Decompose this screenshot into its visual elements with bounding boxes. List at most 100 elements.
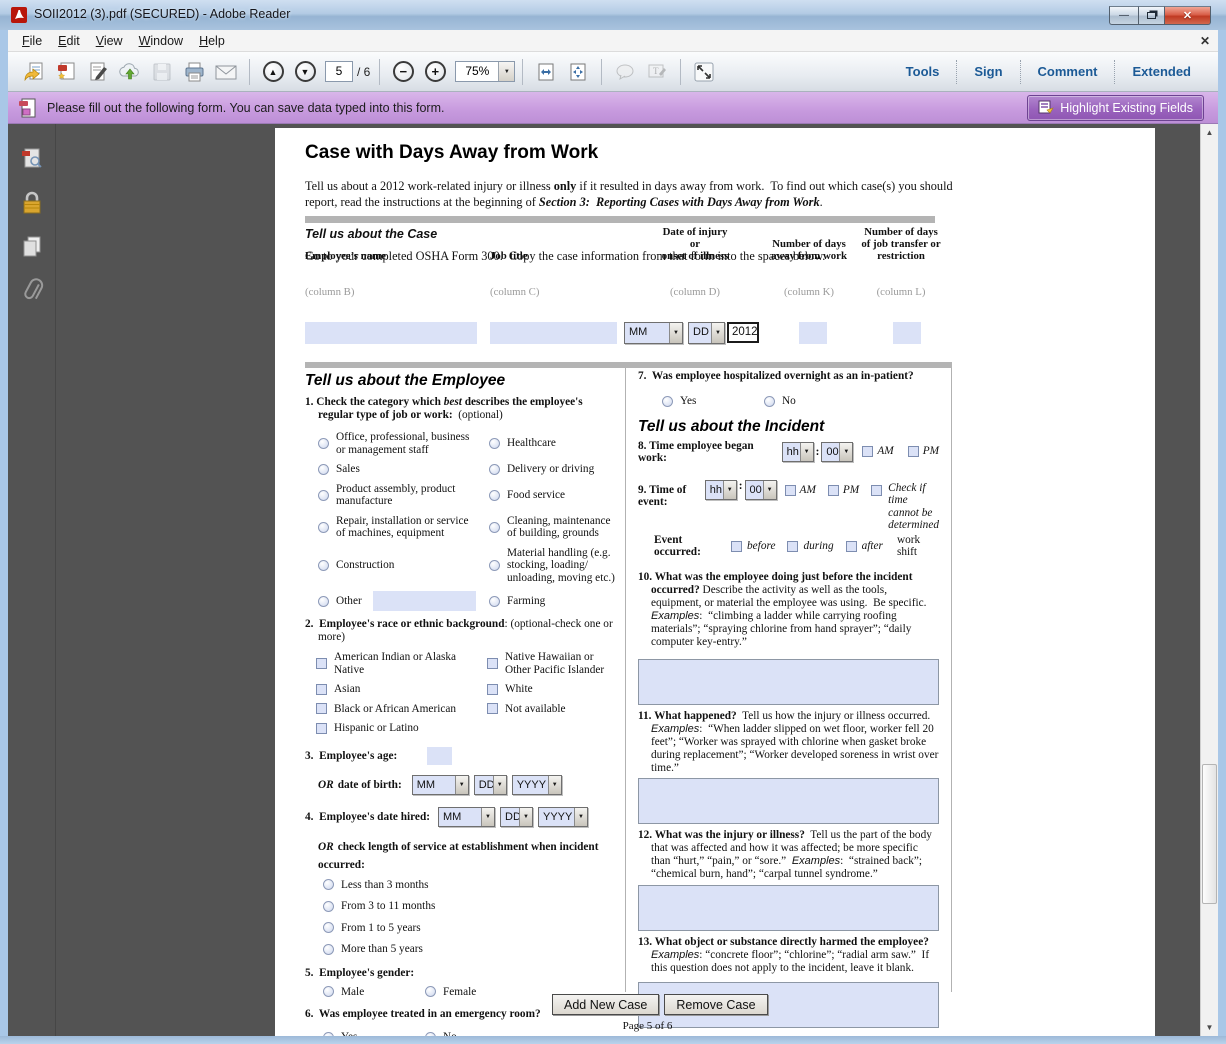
occurred-before-checkbox[interactable] — [731, 541, 742, 552]
service-3-11mo-radio[interactable] — [323, 901, 334, 912]
event-am-checkbox[interactable] — [785, 485, 796, 496]
job-construction-radio[interactable] — [318, 560, 329, 571]
job-other-input[interactable] — [373, 591, 476, 611]
hired-year-select[interactable]: YYYY▼ — [538, 807, 588, 827]
job-sales-radio[interactable] — [318, 464, 329, 475]
highlight-fields-button[interactable]: Highlight Existing Fields — [1027, 95, 1204, 121]
page-number-input[interactable]: 5 — [325, 61, 353, 82]
race-hawaiian-checkbox[interactable] — [487, 658, 498, 669]
tab-tools[interactable]: Tools — [889, 60, 957, 83]
service-1-5yr-radio[interactable] — [323, 922, 334, 933]
job-healthcare-radio[interactable] — [489, 438, 500, 449]
job-material-handling-radio[interactable] — [489, 560, 500, 571]
scrollbar-thumb[interactable] — [1202, 764, 1217, 904]
minimize-button[interactable]: — — [1109, 6, 1138, 25]
event-hour-select[interactable]: hh▼ — [705, 480, 737, 500]
race-white-checkbox[interactable] — [487, 684, 498, 695]
zoom-out-button[interactable]: − — [389, 58, 417, 86]
close-button[interactable]: ✕ — [1165, 6, 1211, 25]
close-document-icon[interactable]: ✕ — [1200, 34, 1210, 48]
began-am-checkbox[interactable] — [862, 446, 873, 457]
menu-view[interactable]: View — [88, 31, 131, 51]
hospitalized-yes-radio[interactable] — [662, 396, 673, 407]
days-away-input[interactable] — [799, 322, 827, 344]
menu-file[interactable]: File — [14, 31, 50, 51]
menu-help[interactable]: Help — [191, 31, 233, 51]
zoom-in-button[interactable]: + — [421, 58, 449, 86]
comment-bubble-button[interactable] — [611, 58, 639, 86]
job-farming-radio[interactable] — [489, 596, 500, 607]
previous-page-button[interactable]: ▲ — [259, 58, 287, 86]
fit-width-button[interactable] — [532, 58, 560, 86]
save-button[interactable] — [148, 58, 176, 86]
q10-answer-textarea[interactable] — [638, 659, 939, 705]
hired-month-select[interactable]: MM▼ — [438, 807, 495, 827]
q11-answer-textarea[interactable] — [638, 778, 939, 824]
job-assembly-radio[interactable] — [318, 490, 329, 501]
open-button[interactable] — [20, 58, 48, 86]
create-pdf-button[interactable] — [52, 58, 80, 86]
cloud-upload-button[interactable] — [116, 58, 144, 86]
gender-male-radio[interactable] — [323, 986, 334, 997]
job-other-radio[interactable] — [318, 596, 329, 607]
vertical-scrollbar[interactable]: ▲ ▼ — [1200, 124, 1218, 1036]
text-annotation-button[interactable]: T — [643, 58, 671, 86]
menu-edit[interactable]: Edit — [50, 31, 88, 51]
job-delivery-radio[interactable] — [489, 464, 500, 475]
tab-comment[interactable]: Comment — [1021, 60, 1115, 83]
job-repair-radio[interactable] — [318, 522, 329, 533]
page-thumbnails-icon[interactable] — [19, 146, 45, 172]
hired-day-select[interactable]: DD▼ — [500, 807, 533, 827]
print-button[interactable] — [180, 58, 208, 86]
dob-month-select[interactable]: MM▼ — [412, 775, 469, 795]
menu-window[interactable]: Window — [131, 31, 191, 51]
began-hour-select[interactable]: hh▼ — [782, 442, 814, 462]
next-page-button[interactable]: ▼ — [291, 58, 319, 86]
race-black-checkbox[interactable] — [316, 703, 327, 714]
job-office-radio[interactable] — [318, 438, 329, 449]
race-asian-checkbox[interactable] — [316, 684, 327, 695]
security-lock-icon[interactable] — [19, 190, 45, 216]
fit-page-button[interactable] — [564, 58, 592, 86]
scroll-down-icon[interactable]: ▼ — [1201, 1019, 1218, 1036]
dob-year-select[interactable]: YYYY▼ — [512, 775, 562, 795]
restore-button[interactable] — [1138, 6, 1165, 25]
remove-case-button[interactable]: Remove Case — [664, 994, 767, 1015]
began-pm-checkbox[interactable] — [908, 446, 919, 457]
title-bar[interactable]: SOII2012 (3).pdf (SECURED) - Adobe Reade… — [0, 0, 1226, 30]
tab-sign[interactable]: Sign — [957, 60, 1019, 83]
began-minute-select[interactable]: 00▼ — [821, 442, 853, 462]
race-not-available-checkbox[interactable] — [487, 703, 498, 714]
service-more-5yr-radio[interactable] — [323, 944, 334, 955]
job-cleaning-radio[interactable] — [489, 522, 500, 533]
employee-age-input[interactable] — [427, 747, 452, 765]
scroll-up-icon[interactable]: ▲ — [1201, 124, 1218, 141]
dob-day-select[interactable]: DD▼ — [474, 775, 507, 795]
job-title-input[interactable] — [490, 322, 617, 344]
pages-copy-icon[interactable] — [19, 234, 45, 260]
injury-day-select[interactable]: DD ▼ — [688, 322, 725, 344]
chevron-down-icon[interactable]: ▼ — [498, 62, 514, 81]
race-american-indian-checkbox[interactable] — [316, 658, 327, 669]
occurred-during-checkbox[interactable] — [787, 541, 798, 552]
reading-mode-button[interactable] — [690, 58, 718, 86]
q12-answer-textarea[interactable] — [638, 885, 939, 931]
race-hispanic-checkbox[interactable] — [316, 723, 327, 734]
tab-extended[interactable]: Extended — [1115, 60, 1208, 83]
event-minute-select[interactable]: 00▼ — [745, 480, 777, 500]
gender-female-radio[interactable] — [425, 986, 436, 997]
event-pm-checkbox[interactable] — [828, 485, 839, 496]
injury-year-field[interactable]: 2012 — [727, 322, 759, 343]
job-transfer-days-input[interactable] — [893, 322, 921, 344]
email-button[interactable] — [212, 58, 240, 86]
hospitalized-no-radio[interactable] — [764, 396, 775, 407]
service-less-3mo-radio[interactable] — [323, 879, 334, 890]
fill-sign-button[interactable] — [84, 58, 112, 86]
injury-month-select[interactable]: MM ▼ — [624, 322, 683, 344]
time-undetermined-checkbox[interactable] — [871, 485, 882, 496]
employee-name-input[interactable] — [305, 322, 477, 344]
occurred-after-checkbox[interactable] — [846, 541, 857, 552]
job-food-service-radio[interactable] — [489, 490, 500, 501]
add-new-case-button[interactable]: Add New Case — [552, 994, 659, 1015]
zoom-level-combo[interactable]: 75% ▼ — [455, 61, 515, 82]
